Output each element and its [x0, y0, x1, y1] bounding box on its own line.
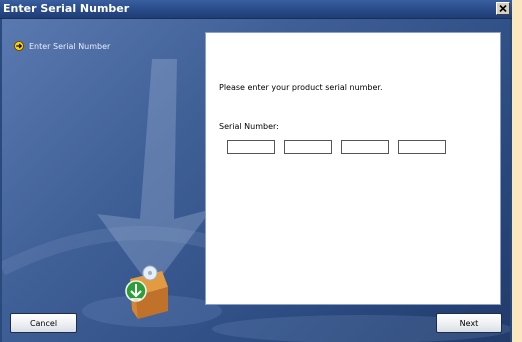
serial-field-4[interactable]	[398, 140, 446, 154]
sidebar-step-label: Enter Serial Number	[29, 41, 111, 51]
close-button[interactable]	[496, 2, 510, 15]
next-button[interactable]: Next	[436, 313, 502, 333]
wizard-body: Enter Serial Number Please enter your pr…	[2, 19, 510, 342]
close-icon	[499, 5, 507, 12]
arrow-right-circle-icon	[14, 41, 24, 51]
serial-number-label: Serial Number:	[219, 122, 279, 131]
installer-window: Enter Serial Number Enter Serial Number …	[0, 0, 512, 342]
prompt-text: Please enter your product serial number.	[219, 83, 383, 92]
title-bar[interactable]: Enter Serial Number	[0, 0, 512, 19]
serial-field-3[interactable]	[341, 140, 389, 154]
content-panel: Please enter your product serial number.…	[205, 32, 501, 305]
cancel-button[interactable]: Cancel	[10, 313, 77, 333]
download-icon	[125, 280, 147, 302]
serial-field-1[interactable]	[227, 140, 275, 154]
serial-field-2[interactable]	[284, 140, 332, 154]
sidebar-step-enter-serial: Enter Serial Number	[14, 41, 110, 51]
serial-number-fields	[227, 140, 446, 154]
window-title: Enter Serial Number	[3, 2, 130, 15]
